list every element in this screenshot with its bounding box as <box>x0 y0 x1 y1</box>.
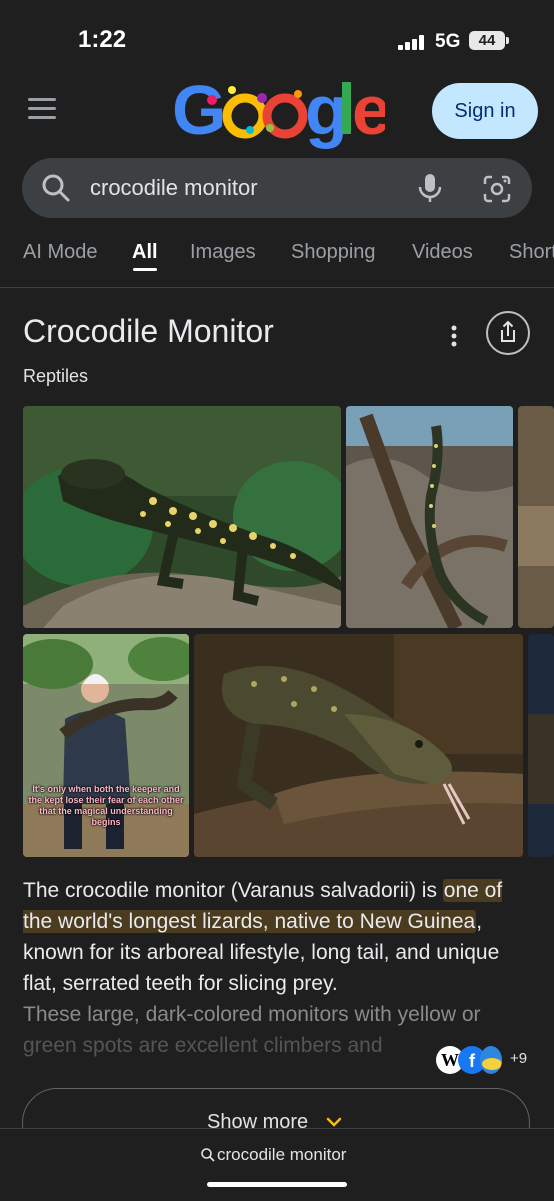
microphone-icon[interactable] <box>417 172 443 204</box>
tab-videos[interactable]: Videos <box>412 241 473 264</box>
svg-text:G: G <box>172 71 223 149</box>
source-icons[interactable]: W f <box>436 1046 546 1076</box>
status-time: 1:22 <box>78 26 127 53</box>
crocodile-monitor-closeup-image[interactable] <box>194 634 523 857</box>
tab-all[interactable]: All <box>132 241 158 264</box>
tab-shopping[interactable]: Shopping <box>291 241 376 264</box>
description-faded-text: These large, dark-colored monitors with … <box>23 1003 481 1026</box>
signal-icon <box>398 34 428 50</box>
tab-images[interactable]: Images <box>190 241 256 264</box>
svg-text:e: e <box>352 71 385 149</box>
active-tab-indicator <box>133 268 157 271</box>
search-icon <box>42 174 70 202</box>
menu-icon[interactable] <box>28 98 56 120</box>
home-indicator[interactable] <box>207 1182 347 1187</box>
chevron-down-icon <box>326 1117 342 1127</box>
crocodile-monitor-image-1[interactable] <box>23 406 341 628</box>
description-text: The crocodile monitor (Varanus salvadori… <box>23 879 443 902</box>
more-options-icon[interactable] <box>440 322 468 350</box>
entity-type: Reptiles <box>23 366 89 386</box>
battery-tip <box>506 37 509 44</box>
bottom-search-query[interactable]: crocodile monitor <box>217 1145 346 1165</box>
tab-short[interactable]: Short <box>509 241 554 264</box>
svg-text:g: g <box>305 71 345 149</box>
share-button[interactable] <box>486 311 530 355</box>
source-count[interactable]: +9 <box>510 1050 527 1067</box>
share-icon <box>501 320 515 342</box>
sign-in-button[interactable]: Sign in <box>432 83 538 139</box>
crocodile-monitor-image-6[interactable] <box>528 634 554 857</box>
crocodile-monitor-image-3[interactable] <box>518 406 554 628</box>
entity-description: The crocodile monitor (Varanus salvadori… <box>23 875 533 1061</box>
image-caption-overlay: It's only when both the keeper and the k… <box>28 784 184 827</box>
tab-ai-mode[interactable]: AI Mode <box>23 241 97 264</box>
description-faded-text-2: green spots are excellent climbers and <box>23 1034 383 1057</box>
google-logo[interactable]: G g e <box>170 70 392 164</box>
lens-icon[interactable] <box>482 174 512 204</box>
search-input[interactable]: crocodile monitor <box>90 175 258 201</box>
source-site-icon <box>480 1046 502 1074</box>
google-doodle-icon: G g e <box>172 71 392 149</box>
divider <box>0 287 554 288</box>
battery-icon: 44 <box>469 31 505 50</box>
page-title: Crocodile Monitor <box>23 313 274 349</box>
network-type: 5G <box>435 31 461 52</box>
keeper-with-monitor-image[interactable]: It's only when both the keeper and the k… <box>23 634 189 857</box>
crocodile-monitor-image-2[interactable] <box>346 406 513 628</box>
search-icon-small <box>201 1148 215 1162</box>
